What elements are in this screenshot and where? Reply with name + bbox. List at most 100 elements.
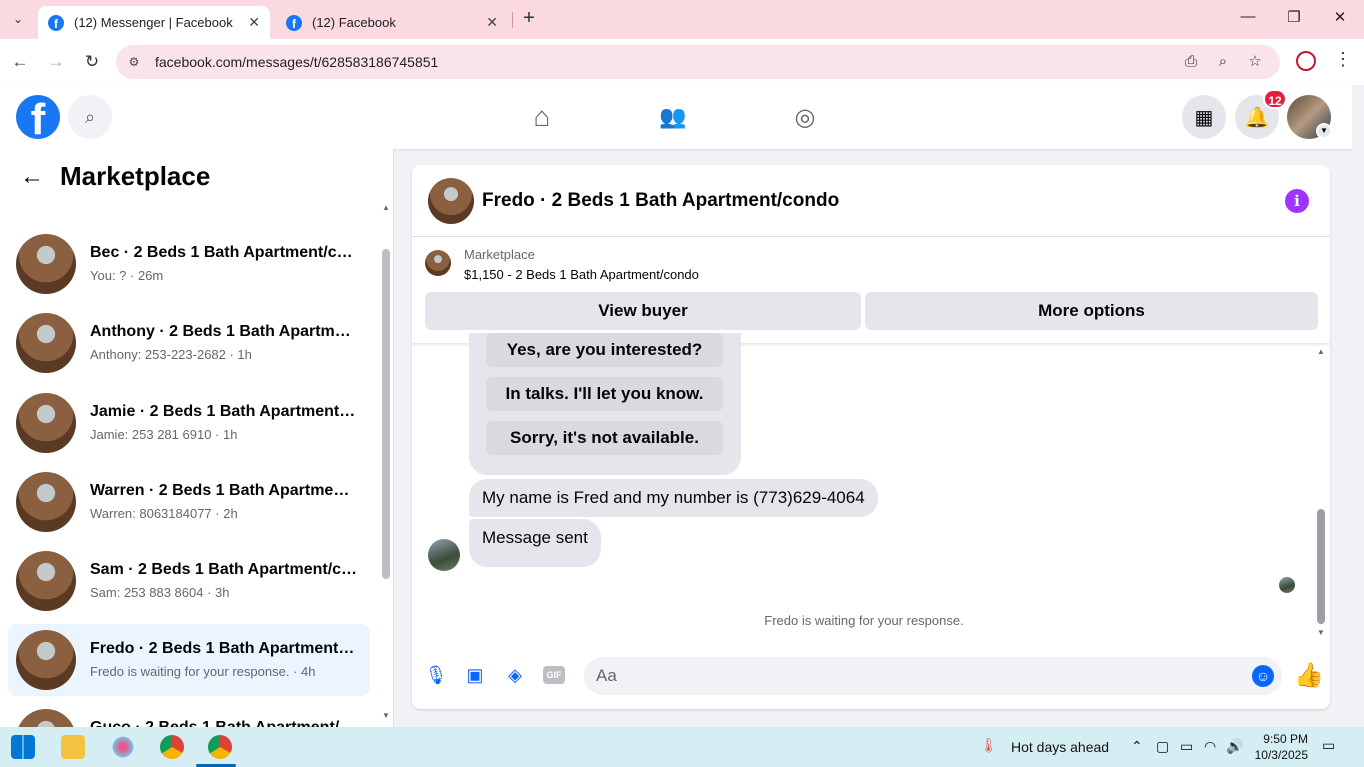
microphone-icon[interactable]: 🎙 <box>424 663 448 687</box>
attach-photo-icon[interactable]: ▣ <box>463 663 487 687</box>
weather-text[interactable]: Hot days ahead <box>1011 739 1109 755</box>
conversation-fredo[interactable]: Fredo · 2 Beds 1 Bath Apartment/condo Fr… <box>8 624 370 696</box>
status-text: Fredo is waiting for your response. <box>764 613 964 628</box>
back-icon[interactable]: ← <box>9 51 31 73</box>
address-bar[interactable]: ⚙ facebook.com/messages/t/62858318674585… <box>116 45 1280 79</box>
close-tab-icon[interactable]: ✕ <box>248 14 260 31</box>
conversation-title: Sam · 2 Beds 1 Bath Apartment/condo <box>90 561 358 578</box>
clock-date: 10/3/2025 <box>1254 748 1308 762</box>
scroll-down-icon[interactable]: ▼ <box>1317 628 1325 637</box>
emoji-icon[interactable]: ☺ <box>1252 665 1274 687</box>
conversation-scrollbar[interactable] <box>382 249 390 579</box>
quick-reply-button[interactable]: Sorry, it's not available. <box>486 421 723 455</box>
home-icon[interactable]: ⌂ <box>522 99 562 135</box>
clock-time: 9:50 PM <box>1263 732 1308 746</box>
seen-indicator-avatar <box>1279 577 1295 593</box>
chat-header: Fredo · 2 Beds 1 Bath Apartment/condo i <box>412 165 1330 237</box>
new-tab-button[interactable]: + <box>518 8 540 30</box>
tab-facebook[interactable]: f (12) Facebook ✕ <box>276 6 508 39</box>
reload-icon[interactable]: ↻ <box>81 51 103 73</box>
conversation-thumbnail <box>16 234 76 294</box>
tab-messenger[interactable]: f (12) Messenger | Facebook ✕ <box>38 6 270 39</box>
conversation-thumbnail <box>16 393 76 453</box>
show-hidden-icons-icon[interactable]: ⌃ <box>1131 738 1143 755</box>
conversation-title: Bec · 2 Beds 1 Bath Apartment/condo <box>90 244 358 261</box>
conversation-anthony[interactable]: Anthony · 2 Beds 1 Bath Apartment/condo … <box>8 307 370 379</box>
scroll-down-icon[interactable]: ▼ <box>382 711 390 720</box>
minimize-icon[interactable]: — <box>1238 8 1258 25</box>
back-arrow-icon[interactable]: ← <box>20 163 44 191</box>
friends-icon[interactable]: 👥 <box>653 99 693 135</box>
notification-badge: 12 <box>1263 89 1287 109</box>
conversation-jamie[interactable]: Jamie · 2 Beds 1 Bath Apartment/condo Ja… <box>8 387 370 459</box>
sender-avatar[interactable] <box>428 539 460 571</box>
message-input[interactable] <box>584 657 1282 695</box>
browser-profile-icon[interactable] <box>1296 51 1316 71</box>
page-scrollbar[interactable] <box>1352 85 1364 727</box>
snipping-tool-icon[interactable] <box>111 735 135 759</box>
conversation-preview: Sam: 253 883 8604 · 3h <box>90 585 230 600</box>
conversation-warren[interactable]: Warren · 2 Beds 1 Bath Apartment/condo W… <box>8 466 370 538</box>
chrome-profile-icon[interactable] <box>208 735 232 759</box>
conversation-title: Guco · 2 Beds 1 Bath Apartment/condo <box>90 719 358 727</box>
info-icon[interactable]: i <box>1285 189 1309 213</box>
quick-reply-button[interactable]: Yes, are you interested? <box>486 333 723 367</box>
thumbs-up-icon[interactable]: 👍 <box>1294 661 1324 690</box>
chat-scrollbar[interactable] <box>1317 509 1325 624</box>
battery-icon[interactable]: ▭ <box>1180 738 1193 755</box>
quick-reply-card: Yes, are you interested? In talks. I'll … <box>469 333 741 475</box>
site-info-icon[interactable]: ⚙ <box>124 52 144 72</box>
url-text[interactable]: facebook.com/messages/t/628583186745851 <box>155 54 438 70</box>
zoom-icon[interactable]: ⌕ <box>1213 52 1233 72</box>
browser-tabstrip: ⌄ f (12) Messenger | Facebook ✕ f (12) F… <box>0 0 1364 39</box>
chevron-down-icon[interactable]: ▼ <box>1316 123 1332 139</box>
tab-title: (12) Messenger | Facebook <box>74 15 233 30</box>
search-icon[interactable]: ⌕ <box>68 95 112 139</box>
conversation-preview: Anthony: 253-223-2682 · 1h <box>90 347 252 362</box>
conversation-thumbnail <box>16 630 76 690</box>
meet-now-icon[interactable]: ▢ <box>1156 738 1169 755</box>
tab-search-icon[interactable]: ⌄ <box>6 7 30 31</box>
forward-icon[interactable]: → <box>45 51 67 73</box>
notification-center-icon[interactable]: ▭ <box>1322 737 1335 754</box>
groups-icon[interactable]: ◎ <box>785 99 825 135</box>
close-window-icon[interactable]: ✕ <box>1330 8 1350 26</box>
install-app-icon[interactable]: ⎙ <box>1181 52 1201 72</box>
listing-price[interactable]: $1,150 - 2 Beds 1 Bath Apartment/condo <box>464 267 699 282</box>
facebook-logo-icon[interactable]: f <box>16 95 60 139</box>
volume-icon[interactable]: 🔊 <box>1226 738 1243 755</box>
quick-reply-button[interactable]: In talks. I'll let you know. <box>486 377 723 411</box>
chat-avatar[interactable] <box>428 178 474 224</box>
chat-title[interactable]: Fredo · 2 Beds 1 Bath Apartment/condo <box>482 190 839 212</box>
conversation-thumbnail <box>16 472 76 532</box>
menu-grid-icon[interactable]: ▦ <box>1182 95 1226 139</box>
conversation-bec[interactable]: Bec · 2 Beds 1 Bath Apartment/condo You:… <box>8 228 370 300</box>
gif-icon[interactable]: GIF <box>543 666 565 684</box>
message-bubble[interactable]: My name is Fred and my number is (773)62… <box>469 479 878 517</box>
message-bubble[interactable]: Message sent <box>469 519 601 567</box>
scroll-up-icon[interactable]: ▲ <box>382 203 390 212</box>
sticker-icon[interactable]: ◈ <box>503 663 527 687</box>
conversation-guco[interactable]: Guco · 2 Beds 1 Bath Apartment/condo <box>8 703 370 727</box>
conversation-thumbnail <box>16 551 76 611</box>
close-tab-icon[interactable]: ✕ <box>486 14 498 31</box>
file-explorer-icon[interactable] <box>61 735 85 759</box>
conversation-title: Fredo · 2 Beds 1 Bath Apartment/condo <box>90 640 358 657</box>
weather-icon[interactable]: 🌡 <box>980 737 998 754</box>
more-options-button[interactable]: More options <box>865 292 1318 330</box>
scroll-up-icon[interactable]: ▲ <box>1317 347 1325 356</box>
panel-header: ← Marketplace <box>0 149 393 205</box>
facebook-favicon-icon: f <box>48 14 64 31</box>
bookmark-star-icon[interactable]: ☆ <box>1245 52 1265 72</box>
chrome-icon[interactable] <box>160 735 184 759</box>
system-clock[interactable]: 9:50 PM 10/3/2025 <box>1248 731 1308 763</box>
conversation-title: Warren · 2 Beds 1 Bath Apartment/condo <box>90 482 358 499</box>
wifi-icon[interactable]: ◠ <box>1204 738 1216 755</box>
listing-thumbnail[interactable] <box>425 250 451 276</box>
view-buyer-button[interactable]: View buyer <box>425 292 861 330</box>
conversation-preview: Warren: 8063184077 · 2h <box>90 506 238 521</box>
conversation-sam[interactable]: Sam · 2 Beds 1 Bath Apartment/condo Sam:… <box>8 545 370 617</box>
restore-icon[interactable]: ❐ <box>1284 8 1304 26</box>
browser-menu-icon[interactable]: ⋮ <box>1334 49 1352 70</box>
windows-start-icon[interactable] <box>11 735 35 759</box>
